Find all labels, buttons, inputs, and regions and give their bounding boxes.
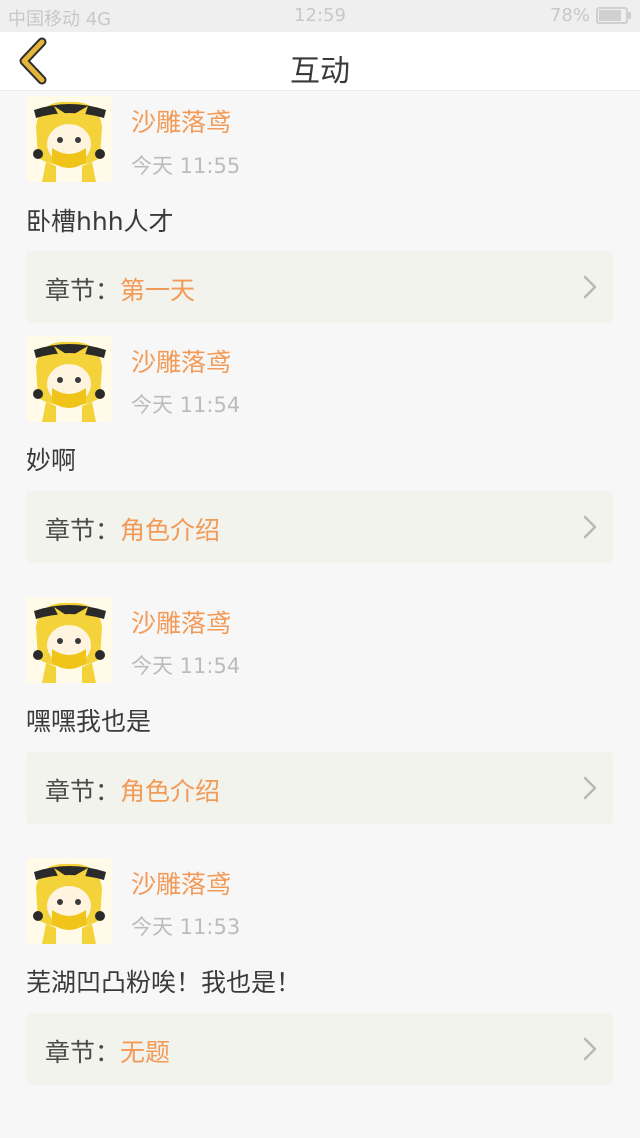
avatar-image <box>26 597 112 683</box>
chapter-label: 章节： <box>45 516 121 545</box>
comment-time: 今天 11:54 <box>131 654 241 678</box>
chapter-label: 章节： <box>45 276 121 305</box>
avatar-image <box>26 858 112 944</box>
chevron-right-icon <box>583 1037 597 1061</box>
user-name[interactable]: 沙雕落鸢 <box>131 865 231 901</box>
nav-bar: 互动 <box>0 32 640 91</box>
chapter-name: 角色介绍 <box>120 516 221 545</box>
user-name[interactable]: 沙雕落鸢 <box>131 604 231 640</box>
chapter-name: 无题 <box>120 1038 171 1067</box>
comment-card: 沙雕落鸢 今天 11:54 妙啊 章节： 角色介绍 <box>0 330 640 591</box>
avatar[interactable] <box>26 597 112 683</box>
chevron-right-icon <box>583 275 597 299</box>
comment-text: 嘿嘿我也是 <box>26 707 152 736</box>
comment-feed: 沙雕落鸢 今天 11:55 卧槽hhh人才 章节： 第一天 沙雕落鸢 今天 11… <box>0 90 640 1113</box>
comment-card: 沙雕落鸢 今天 11:54 嘿嘿我也是 章节： 角色介绍 <box>0 591 640 852</box>
comment-card: 沙雕落鸢 今天 11:55 卧槽hhh人才 章节： 第一天 <box>0 90 640 330</box>
chapter-link[interactable]: 章节： 角色介绍 <box>26 491 613 563</box>
comment-text: 卧槽hhh人才 <box>26 207 174 236</box>
avatar[interactable] <box>26 96 112 182</box>
chapter-label: 章节： <box>45 777 121 806</box>
chapter-name: 角色介绍 <box>120 777 221 806</box>
avatar[interactable] <box>26 336 112 422</box>
chapter-label: 章节： <box>45 1038 121 1067</box>
avatar[interactable] <box>26 858 112 944</box>
chevron-right-icon <box>583 776 597 800</box>
avatar-image <box>26 336 112 422</box>
comment-text: 芜湖凹凸粉唉！我也是！ <box>26 968 302 997</box>
comment-time: 今天 11:53 <box>131 915 241 939</box>
chapter-link[interactable]: 章节： 无题 <box>26 1013 613 1085</box>
page-title: 互动 <box>290 54 350 89</box>
comment-time: 今天 11:54 <box>131 393 241 417</box>
battery-icon <box>596 7 631 24</box>
chapter-name: 第一天 <box>120 276 196 305</box>
status-bar: 中国移动 4G 12:59 78% <box>0 0 640 32</box>
status-right: 78% <box>549 5 631 26</box>
avatar-image <box>26 96 112 182</box>
chapter-link[interactable]: 章节： 角色介绍 <box>26 752 613 824</box>
chevron-right-icon <box>583 515 597 539</box>
battery-text: 78% <box>549 5 590 26</box>
status-time: 12:59 <box>294 5 346 26</box>
comment-card: 沙雕落鸢 今天 11:53 芜湖凹凸粉唉！我也是！ 章节： 无题 <box>0 852 640 1113</box>
chapter-link[interactable]: 章节： 第一天 <box>26 251 613 323</box>
comment-time: 今天 11:55 <box>131 154 241 178</box>
user-name[interactable]: 沙雕落鸢 <box>131 103 231 139</box>
comment-text: 妙啊 <box>26 446 77 475</box>
user-name[interactable]: 沙雕落鸢 <box>131 343 231 379</box>
